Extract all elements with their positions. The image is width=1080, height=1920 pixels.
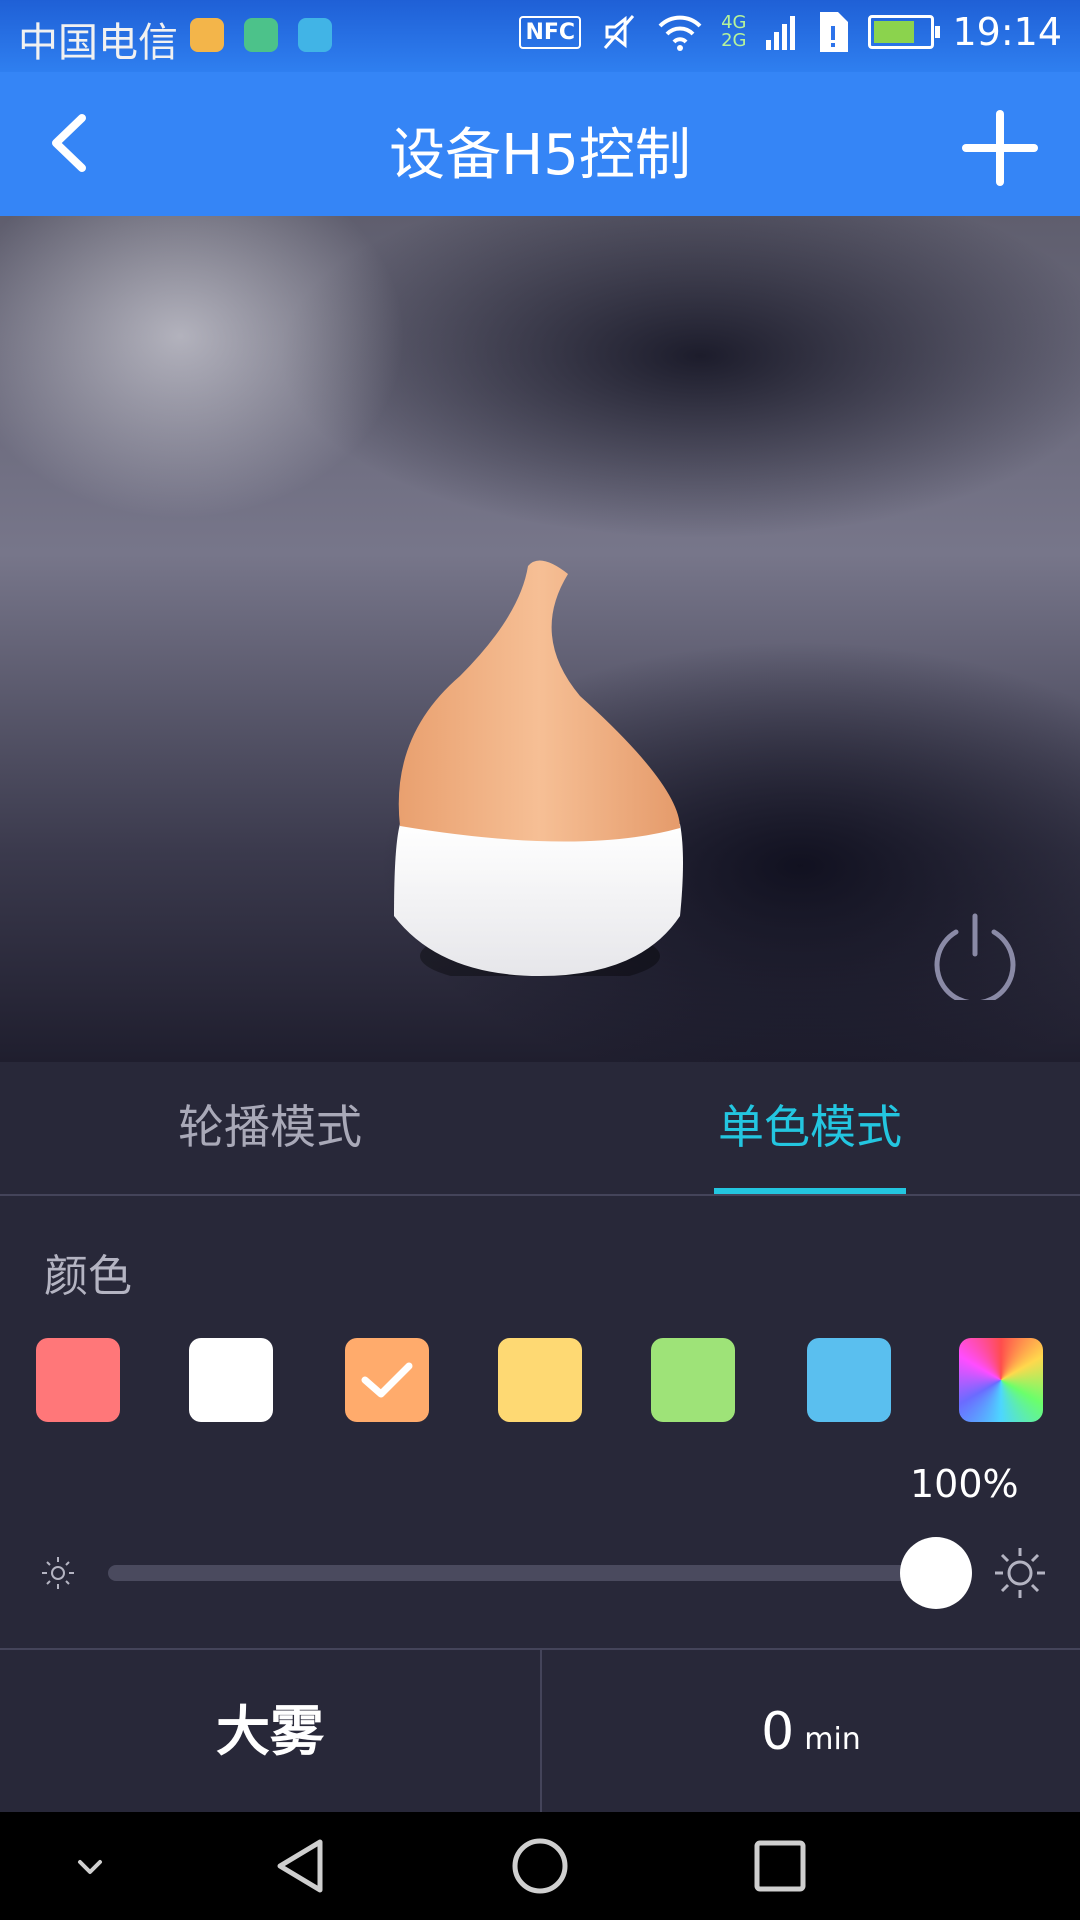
- timer-unit: min: [804, 1722, 861, 1757]
- color-swatch-red[interactable]: [36, 1338, 120, 1422]
- color-section-label: 颜色: [44, 1251, 132, 1302]
- tab-carousel-mode[interactable]: 轮播模式: [0, 1062, 540, 1194]
- back-triangle-icon[interactable]: [270, 1836, 330, 1896]
- mode-tabs: 轮播模式 单色模式: [0, 1062, 1080, 1196]
- status-bar: 中国电信 NFC 4G 2G 19:14: [0, 0, 1080, 72]
- color-swatch-white[interactable]: [189, 1338, 273, 1422]
- system-nav-bar: [0, 1812, 1080, 1920]
- device-preview: [0, 216, 1080, 1062]
- signal-icon: [766, 16, 796, 50]
- power-icon[interactable]: [930, 910, 1020, 1000]
- color-swatch-yellow[interactable]: [498, 1338, 582, 1422]
- carrier-name: 中国电信: [18, 20, 178, 66]
- color-swatch-orange[interactable]: [345, 1338, 429, 1422]
- notification-app-icon: [190, 18, 224, 52]
- network-type-icon: 4G 2G: [721, 12, 747, 51]
- mute-icon: [603, 15, 635, 49]
- page-title: 设备H5控制: [389, 123, 691, 188]
- bottom-controls: 大雾 0 min: [0, 1648, 1080, 1814]
- notification-android-icon: [298, 18, 332, 52]
- tab-label: 单色模式: [718, 1100, 902, 1154]
- battery-icon: [868, 15, 941, 49]
- app-bar: 设备H5控制: [0, 72, 1080, 216]
- brightness-slider-thumb[interactable]: [900, 1537, 972, 1609]
- color-swatch-rainbow[interactable]: [959, 1338, 1043, 1422]
- mist-mode-button[interactable]: 大雾: [0, 1650, 540, 1814]
- brightness-slider-track[interactable]: [108, 1565, 938, 1581]
- wifi-icon: [658, 15, 702, 51]
- clock: 19:14: [952, 10, 1062, 54]
- chevron-down-icon[interactable]: [72, 1856, 108, 1880]
- tab-single-color-mode[interactable]: 单色模式: [540, 1062, 1080, 1194]
- check-icon: [361, 1362, 413, 1398]
- home-circle-icon[interactable]: [510, 1836, 570, 1896]
- notification-app-icon: [244, 18, 278, 52]
- recents-square-icon[interactable]: [750, 1836, 810, 1896]
- sim-alert-icon: [820, 12, 849, 52]
- active-tab-indicator: [714, 1188, 906, 1194]
- brightness-high-icon: [995, 1548, 1045, 1598]
- plus-icon[interactable]: [960, 108, 1040, 188]
- color-swatch-blue[interactable]: [807, 1338, 891, 1422]
- timer-value: 0: [761, 1702, 795, 1762]
- brightness-low-icon: [42, 1557, 74, 1589]
- nfc-icon: NFC: [519, 15, 582, 49]
- color-swatch-green[interactable]: [651, 1338, 735, 1422]
- diffuser-image: [394, 560, 683, 976]
- brightness-value: 100%: [910, 1462, 1019, 1506]
- timer-button[interactable]: 0 min: [542, 1650, 1080, 1814]
